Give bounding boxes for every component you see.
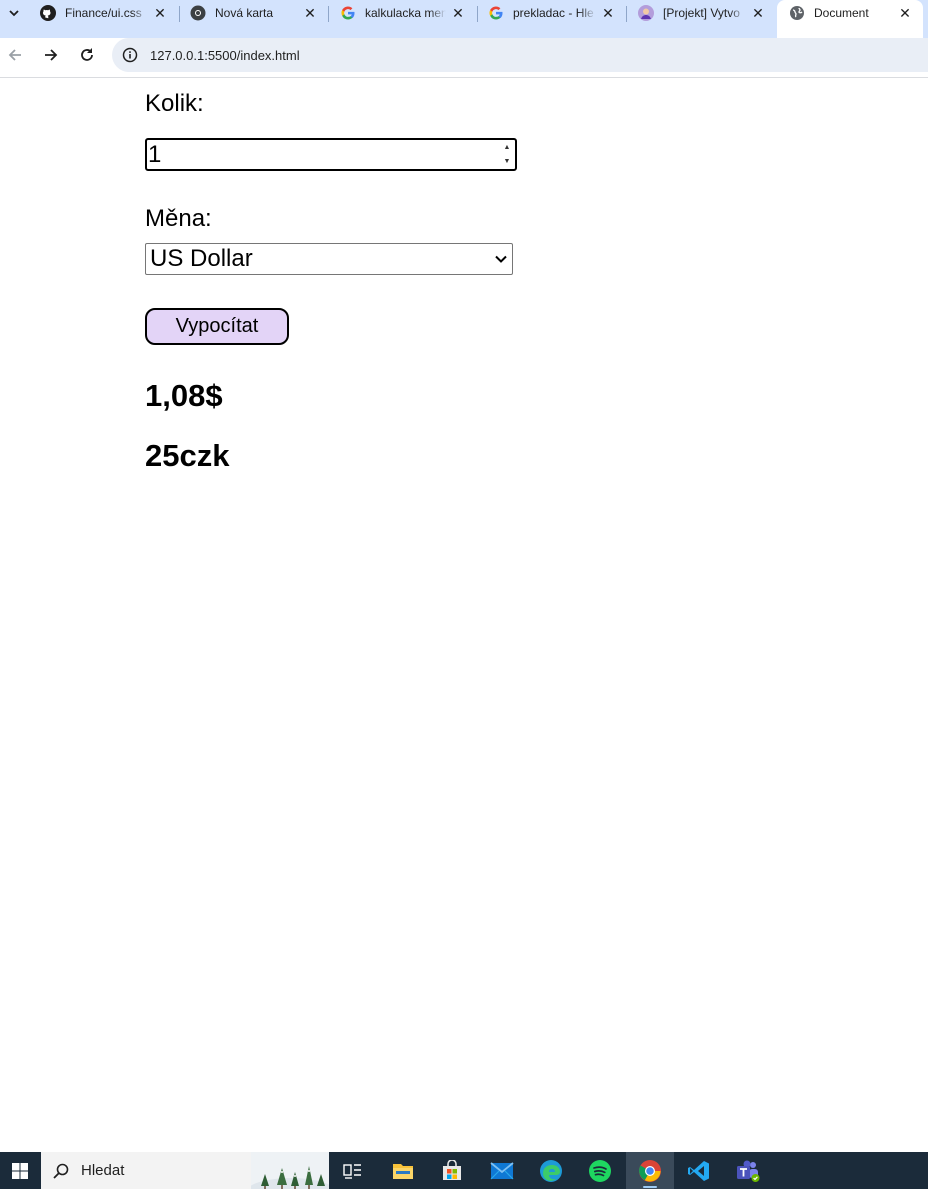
amount-input[interactable]: 1 ▲ ▼ [145,138,517,171]
spotify-icon [589,1159,611,1182]
close-icon[interactable]: ✕ [450,5,466,21]
tab-title: Nová karta [215,6,274,20]
currency-label: Měna: [145,205,212,232]
active-indicator [643,1186,657,1188]
chevron-down-icon [9,10,19,17]
tab-title: prekladac - Hle [513,6,594,20]
teams-button[interactable] [724,1152,772,1189]
info-icon[interactable] [121,46,139,64]
task-view-button[interactable] [329,1152,377,1189]
file-explorer-icon [393,1163,413,1179]
search-icon [51,1161,71,1181]
spotify-button[interactable] [576,1152,624,1189]
avatar-icon [638,5,654,21]
mail-button[interactable] [478,1152,526,1189]
close-icon[interactable]: ✕ [600,5,616,21]
close-icon[interactable]: ✕ [750,5,766,21]
tab-prekladac[interactable]: prekladac - Hle ✕ [476,0,626,26]
number-spinner[interactable]: ▲ ▼ [501,142,513,167]
tab-projekt[interactable]: [Projekt] Vytvo ✕ [626,0,776,26]
page-content: Kolik: 1 ▲ ▼ Měna: US Dollar Vypocítat 1… [0,79,928,1152]
google-icon [488,5,504,21]
globe-icon [789,5,805,21]
amount-label: Kolik: [145,90,204,117]
close-icon[interactable]: ✕ [897,5,913,21]
spinner-down-icon[interactable]: ▼ [504,156,511,167]
arrow-right-icon [45,49,58,61]
chrome-icon [639,1159,661,1182]
microsoft-store-icon [443,1159,461,1180]
tab-kalkulacka[interactable]: kalkulacka men ✕ [328,0,476,26]
spinner-up-icon[interactable]: ▲ [504,142,511,153]
result-czk: 25czk [145,438,230,473]
tab-title: [Projekt] Vytvo [663,6,740,20]
back-button[interactable] [1,41,29,69]
winter-trees-illustration [251,1152,329,1189]
currency-selected-value: US Dollar [150,245,253,272]
windows-icon [12,1162,28,1179]
edge-button[interactable] [527,1152,575,1189]
amount-value: 1 [148,140,162,168]
taskbar: Hledat [0,1152,928,1189]
taskbar-search[interactable]: Hledat [41,1152,329,1189]
reload-button[interactable] [73,41,101,69]
chrome-icon [190,5,206,21]
close-icon[interactable]: ✕ [152,5,168,21]
result-converted: 1,08$ [145,378,223,413]
tab-strip: Finance/ui.css ✕ Nová karta ✕ kalkulacka… [0,0,928,38]
start-button[interactable] [0,1152,40,1189]
tab-search-button[interactable] [0,0,28,26]
vscode-icon [688,1160,709,1181]
vscode-button[interactable] [675,1152,723,1189]
tab-title: Document [814,6,869,20]
tab-title: kalkulacka men [365,6,446,20]
google-icon [340,5,356,21]
chevron-down-icon [493,255,509,263]
microsoft-store-button[interactable] [428,1152,476,1189]
tab-document[interactable]: Document ✕ [777,0,923,38]
file-explorer-button[interactable] [379,1152,427,1189]
close-icon[interactable]: ✕ [302,5,318,21]
task-view-icon [343,1163,361,1179]
currency-select[interactable]: US Dollar [145,243,513,275]
edge-icon [540,1159,562,1182]
arrow-left-icon [8,49,21,61]
mail-icon [490,1161,514,1179]
url-text: 127.0.0.1:5500/index.html [150,47,300,63]
browser-toolbar: 127.0.0.1:5500/index.html [0,38,928,78]
tab-finance[interactable]: Finance/ui.css ✕ [28,0,178,26]
github-icon [40,5,56,21]
teams-icon [737,1160,760,1182]
search-placeholder: Hledat [81,1162,125,1179]
calculate-button[interactable]: Vypocítat [145,308,289,345]
chrome-taskbar-button[interactable] [626,1152,674,1189]
tab-title: Finance/ui.css [65,6,142,20]
tab-nova-karta[interactable]: Nová karta ✕ [178,0,328,26]
forward-button[interactable] [37,41,65,69]
address-bar[interactable]: 127.0.0.1:5500/index.html [112,38,928,72]
reload-icon [81,48,93,61]
